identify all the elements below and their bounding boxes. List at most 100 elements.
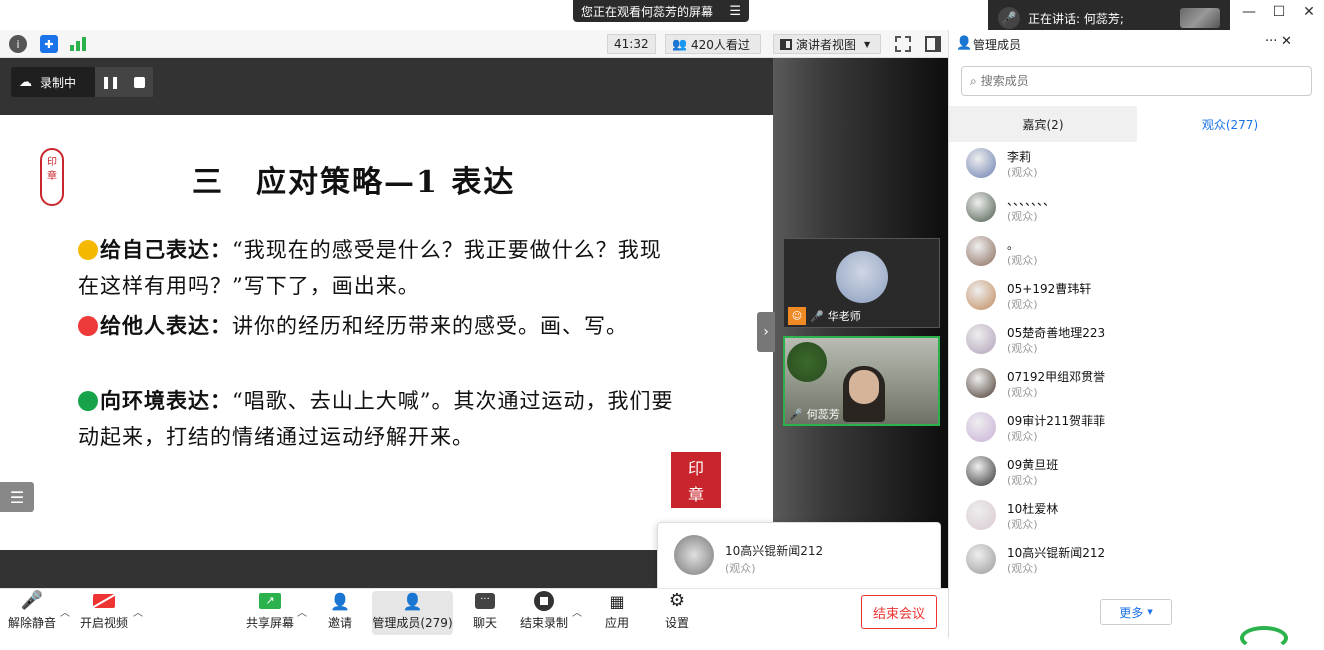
- member-popup[interactable]: 10高兴锟新闻212 (观众): [657, 522, 941, 594]
- members-icon: 👤: [402, 591, 423, 611]
- mic-icon: 🎤: [789, 407, 803, 421]
- speaking-label: 正在讲话: 何蕊芳;: [1028, 11, 1124, 26]
- start-video-button[interactable]: 开启视频: [78, 591, 130, 635]
- avatar: [966, 368, 996, 398]
- search-input[interactable]: [980, 74, 1281, 88]
- recording-label: 录制中: [40, 75, 77, 90]
- member-role: (观众): [1007, 518, 1038, 531]
- recording-indicator: ☁ 录制中 ❚❚: [11, 67, 153, 97]
- cloud-icon: ☁: [19, 74, 32, 90]
- member-name: 10高兴锟新闻212: [1007, 546, 1106, 560]
- member-role: (观众): [1007, 298, 1038, 311]
- list-item[interactable]: 10高兴锟新闻212 (观众): [966, 544, 1306, 588]
- network-status-icon: [1240, 626, 1288, 650]
- list-item[interactable]: 05+192曹玮轩 (观众): [966, 280, 1306, 324]
- info-icon[interactable]: i: [9, 35, 27, 53]
- video-tile-host[interactable]: ☺ 🎤 华老师: [783, 238, 940, 328]
- unmute-button[interactable]: 🎤 解除静音: [6, 590, 58, 635]
- maximize-button[interactable]: ☐: [1264, 4, 1294, 24]
- chevron-down-icon: ▼: [864, 39, 871, 49]
- shield-icon[interactable]: ✚: [40, 35, 58, 53]
- avatar: [966, 280, 996, 310]
- minimize-button[interactable]: —: [1234, 4, 1264, 24]
- signal-icon[interactable]: [70, 37, 88, 51]
- avatar: [966, 500, 996, 530]
- tab-audience[interactable]: 观众(277): [1137, 106, 1323, 142]
- slide-paragraph-3: 向环境表达：“唱歌、去山上大喊”。其次通过运动，我们要动起来，打结的情绪通过运动…: [78, 383, 678, 455]
- screen-share-banner[interactable]: 您正在观看何蕊芳的屏幕 ☰: [573, 0, 749, 22]
- settings-button[interactable]: ⚙ 设置: [660, 590, 694, 635]
- chat-button[interactable]: ··· 聊天: [466, 591, 504, 635]
- menu-icon[interactable]: ☰: [729, 4, 741, 19]
- avatar: [966, 148, 996, 178]
- member-role: (观众): [1007, 430, 1038, 443]
- avatar: [966, 456, 996, 486]
- viewers-count[interactable]: 👥 420人看过: [665, 34, 761, 54]
- seal-stamp-icon: 印章: [40, 148, 64, 206]
- audio-options-chevron-icon[interactable]: ︿: [60, 604, 70, 619]
- slide-paragraph-2: 给他人表达：讲你的经历和经历带来的感受。画、写。: [78, 308, 678, 344]
- more-options-icon[interactable]: ···: [1265, 34, 1277, 49]
- mic-muted-icon: 🎤: [810, 309, 824, 323]
- avatar: [966, 412, 996, 442]
- tile-name-host: 华老师: [827, 310, 861, 323]
- collapse-video-strip-button[interactable]: ›: [757, 312, 775, 352]
- list-item[interactable]: 李莉 (观众): [966, 148, 1306, 192]
- share-screen-button[interactable]: ↗ 共享屏幕: [244, 591, 296, 635]
- speaker-thumbnail-icon: [1180, 8, 1220, 28]
- record-options-chevron-icon[interactable]: ︿: [572, 604, 582, 619]
- tab-guests[interactable]: 嘉宾(2): [949, 106, 1137, 142]
- member-name: 。: [1007, 238, 1020, 252]
- mic-muted-icon: 🎤: [20, 590, 44, 611]
- member-name: 07192甲组邓贯誉: [1007, 370, 1106, 384]
- view-mode-select[interactable]: 演讲者视图 ▼: [773, 34, 881, 54]
- member-search[interactable]: ⌕: [961, 66, 1312, 96]
- list-item[interactable]: 09审计211贺菲菲 (观众): [966, 412, 1306, 456]
- slide-paragraph-1: 给自己表达：“我现在的感受是什么？我正要做什么？我现在这样有用吗？”写下了，画出…: [78, 232, 678, 304]
- member-role: (观众): [1007, 254, 1038, 267]
- end-recording-button[interactable]: 结束录制: [518, 591, 570, 635]
- video-options-chevron-icon[interactable]: ︿: [133, 604, 143, 619]
- slide-list-icon[interactable]: ☰: [0, 482, 34, 512]
- share-screen-icon: ↗: [259, 591, 281, 611]
- share-options-chevron-icon[interactable]: ︿: [297, 604, 307, 619]
- member-name: 09黄旦班: [1007, 458, 1059, 472]
- search-icon: ⌕: [970, 73, 977, 88]
- manage-members-button[interactable]: 👤 管理成员(279): [372, 591, 453, 635]
- add-user-icon: 👤: [330, 591, 350, 611]
- avatar: [966, 324, 996, 354]
- avatar: [966, 544, 996, 574]
- member-role: (观众): [1007, 342, 1038, 355]
- invite-button[interactable]: 👤 邀请: [320, 591, 360, 635]
- list-item[interactable]: 10杜爱林 (观众): [966, 500, 1306, 544]
- list-item[interactable]: 05楚奇善地理223 (观众): [966, 324, 1306, 368]
- red-dot-icon: [78, 316, 98, 336]
- panel-title: 管理成员: [973, 38, 1022, 52]
- green-dot-icon: [78, 391, 98, 411]
- sidebar-toggle-icon[interactable]: [925, 36, 941, 52]
- more-members-button[interactable]: 更多 ▼: [1100, 599, 1172, 625]
- list-item[interactable]: 。 (观众): [966, 236, 1306, 280]
- apps-button[interactable]: ▦ 应用: [600, 591, 634, 635]
- layout-icon: [780, 38, 792, 50]
- host-icon: ☺: [788, 307, 806, 325]
- gear-icon: ⚙: [668, 590, 686, 611]
- stop-record-icon: [533, 591, 555, 611]
- person-icon: 👤: [956, 36, 973, 51]
- close-panel-icon[interactable]: ✕: [1281, 34, 1292, 49]
- fullscreen-icon[interactable]: [895, 36, 911, 52]
- end-meeting-button[interactable]: 结束会议: [861, 595, 937, 629]
- close-window-button[interactable]: ✕: [1294, 4, 1324, 24]
- list-item[interactable]: 、、、、、、、 (观众): [966, 192, 1306, 236]
- list-item[interactable]: 07192甲组邓贯誉 (观众): [966, 368, 1306, 412]
- member-name: 05楚奇善地理223: [1007, 326, 1106, 340]
- slide-title: 三 应对策略—1 表达: [192, 165, 516, 200]
- pause-recording-button[interactable]: ❚❚: [95, 75, 125, 89]
- video-tile-speaker[interactable]: 🎤 何蕊芳: [783, 336, 940, 426]
- avatar: [836, 251, 888, 303]
- stop-recording-button[interactable]: [125, 76, 153, 88]
- people-icon: 👥: [672, 37, 687, 51]
- member-role: (观众): [1007, 474, 1038, 487]
- list-item[interactable]: 09黄旦班 (观众): [966, 456, 1306, 500]
- member-role: (观众): [1007, 210, 1038, 223]
